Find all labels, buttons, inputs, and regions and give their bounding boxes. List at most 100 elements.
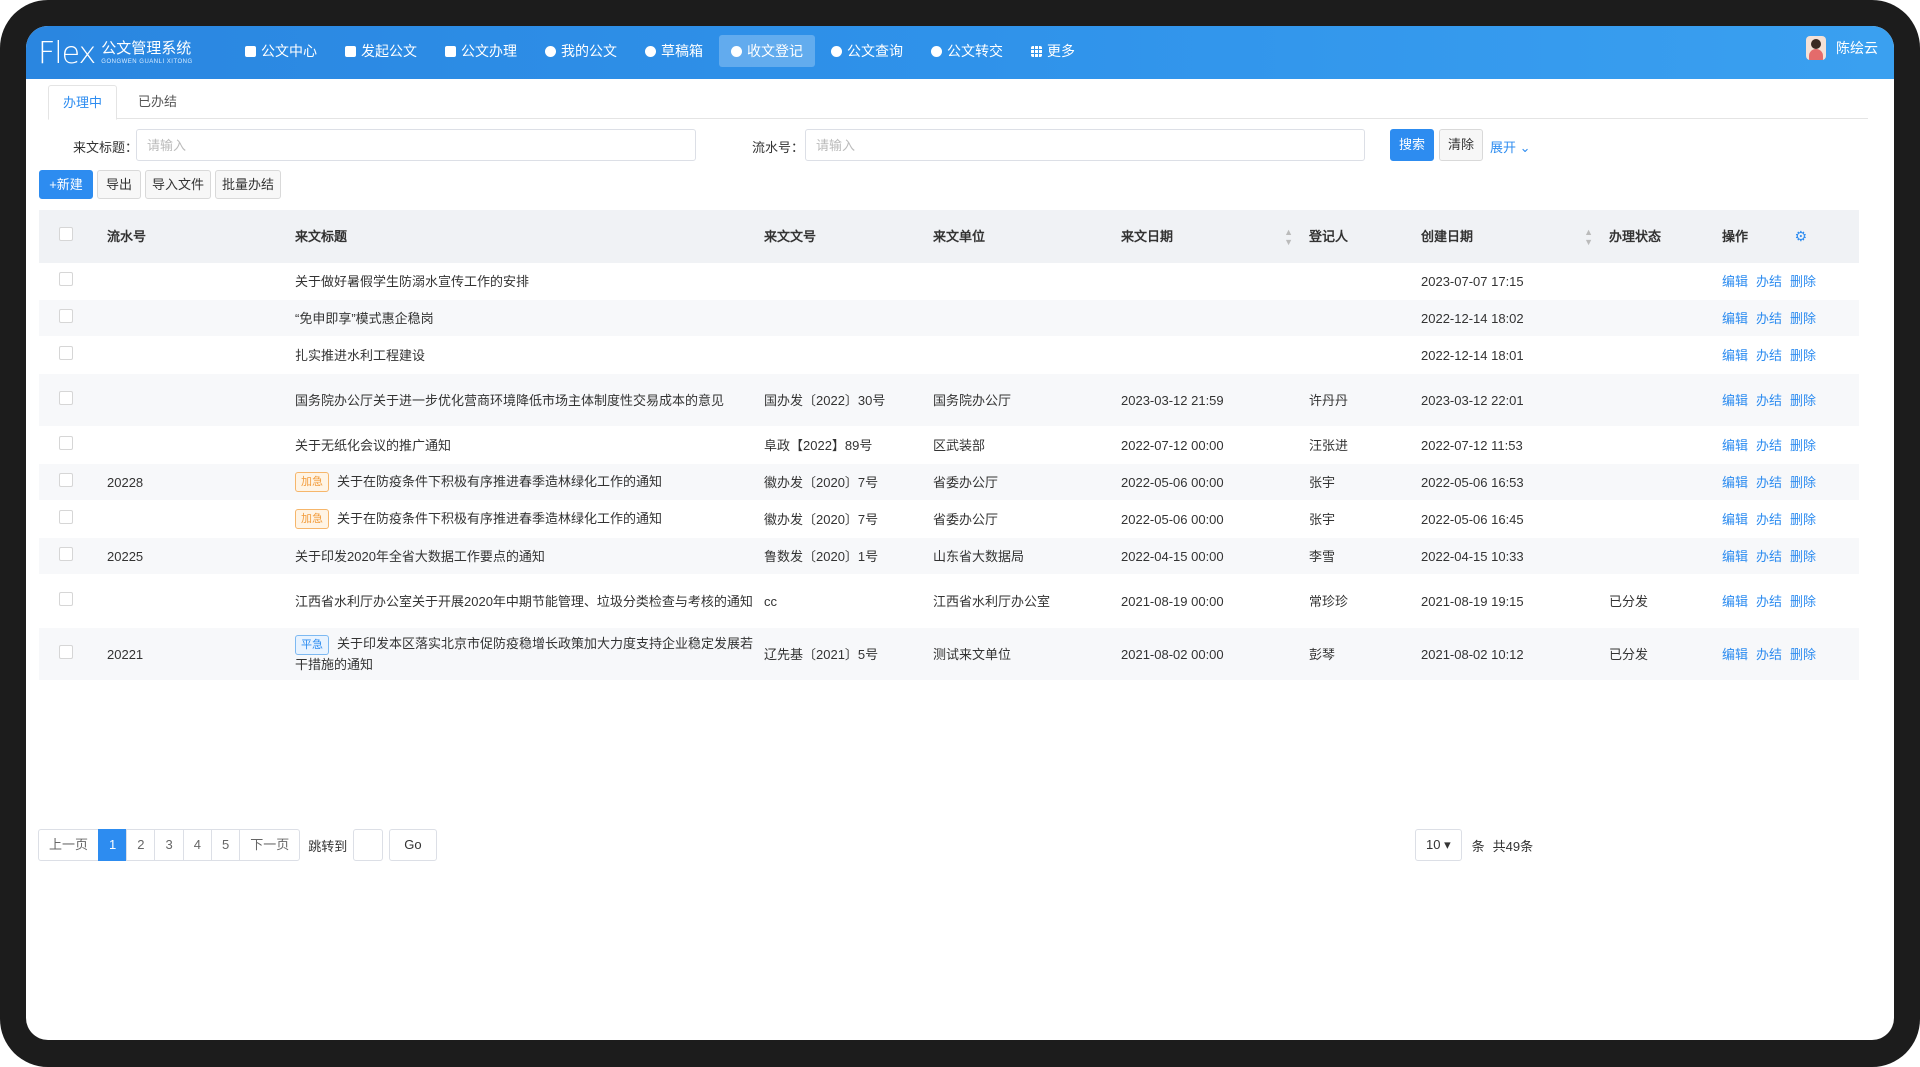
nav-item-register[interactable]: 收文登记 xyxy=(719,35,815,67)
finish-link[interactable]: 办结 xyxy=(1756,510,1782,529)
cell-unit: 江西省水利厅办公室 xyxy=(933,593,1051,609)
clear-button[interactable]: 清除 xyxy=(1439,129,1483,161)
row-checkbox[interactable] xyxy=(59,435,73,450)
delete-link[interactable]: 删除 xyxy=(1790,592,1816,611)
row-checkbox[interactable] xyxy=(59,308,73,323)
row-checkbox[interactable] xyxy=(59,390,73,405)
edit-link[interactable]: 编辑 xyxy=(1722,510,1748,529)
row-checkbox[interactable] xyxy=(59,472,73,487)
page-button[interactable]: 5 xyxy=(210,829,241,861)
nav-item-draft[interactable]: 草稿箱 xyxy=(633,35,715,67)
cell-title[interactable]: 关于印发2020年全省大数据工作要点的通知 xyxy=(295,547,764,566)
finish-link[interactable]: 办结 xyxy=(1756,547,1782,566)
search-button[interactable]: 搜索 xyxy=(1390,129,1434,161)
top-navbar: Flex 公文管理系统 GONGWEN GUANLI XITONG 公文中心 发起… xyxy=(26,26,1894,79)
grid-icon xyxy=(1031,45,1042,57)
finish-link[interactable]: 办结 xyxy=(1756,391,1782,410)
serial-search-input[interactable] xyxy=(805,129,1365,161)
delete-link[interactable]: 删除 xyxy=(1790,645,1816,664)
nav-item-send-doc[interactable]: 发起公文 xyxy=(333,35,429,67)
cell-title[interactable]: 平急 关于印发本区落实北京市促防疫稳增长政策加大力度支持企业稳定发展若干措施的通知 xyxy=(295,634,764,674)
col-date[interactable]: 来文日期 ▲ ▼ xyxy=(1121,227,1309,247)
app-screen: Flex 公文管理系统 GONGWEN GUANLI XITONG 公文中心 发起… xyxy=(26,26,1894,1040)
col-status: 办理状态 xyxy=(1609,229,1662,244)
edit-link[interactable]: 编辑 xyxy=(1722,547,1748,566)
nav-item-query[interactable]: 公文查询 xyxy=(819,35,915,67)
finish-link[interactable]: 办结 xyxy=(1756,645,1782,664)
batch-finish-button[interactable]: 批量办结 xyxy=(215,170,281,199)
nav-label: 更多 xyxy=(1047,43,1075,59)
cell-created: 2022-07-12 11:53 xyxy=(1421,437,1523,453)
edit-link[interactable]: 编辑 xyxy=(1722,645,1748,664)
finish-link[interactable]: 办结 xyxy=(1756,473,1782,492)
delete-link[interactable]: 删除 xyxy=(1790,309,1816,328)
page-button[interactable]: 4 xyxy=(182,829,212,861)
edit-link[interactable]: 编辑 xyxy=(1722,436,1748,455)
edit-link[interactable]: 编辑 xyxy=(1722,473,1748,492)
tab-in-progress[interactable]: 办理中 xyxy=(48,85,118,120)
cell-title[interactable]: 扎实推进水利工程建设 xyxy=(295,346,764,365)
go-button[interactable]: Go xyxy=(389,829,437,861)
cell-title[interactable]: 关于做好暑假学生防溺水宣传工作的安排 xyxy=(295,272,764,291)
cell-ops: 编辑 办结 删除 xyxy=(1722,547,1839,566)
doc-icon xyxy=(245,45,256,57)
prev-page-button[interactable]: 上一页 xyxy=(38,829,100,861)
edit-link[interactable]: 编辑 xyxy=(1722,309,1748,328)
nav-item-grid[interactable]: 更多 xyxy=(1019,35,1087,67)
row-checkbox[interactable] xyxy=(59,591,73,606)
row-checkbox[interactable] xyxy=(59,271,73,286)
tab-finished[interactable]: 已办结 xyxy=(124,85,191,118)
delete-link[interactable]: 删除 xyxy=(1790,473,1816,492)
delete-link[interactable]: 删除 xyxy=(1790,272,1816,291)
export-button[interactable]: 导出 xyxy=(97,170,141,199)
cell-title[interactable]: 关于无纸化会议的推广通知 xyxy=(295,436,764,455)
cell-title[interactable]: 加急 关于在防疫条件下积极有序推进春季造林绿化工作的通知 xyxy=(295,509,764,530)
cell-title[interactable]: 江西省水利厅办公室关于开展2020年中期节能管理、垃圾分类检查与考核的通知 xyxy=(295,592,764,611)
main-nav: 公文中心 发起公文 公文办理 我的公文 草稿箱 收文登记 公文查询 公文转交 更多 xyxy=(233,35,1091,67)
delete-link[interactable]: 删除 xyxy=(1790,391,1816,410)
page-button[interactable]: 3 xyxy=(154,829,184,861)
edit-link[interactable]: 编辑 xyxy=(1722,592,1748,611)
delete-link[interactable]: 删除 xyxy=(1790,547,1816,566)
finish-link[interactable]: 办结 xyxy=(1756,592,1782,611)
nav-item-transfer[interactable]: 公文转交 xyxy=(919,35,1015,67)
gear-icon[interactable]: ⚙ xyxy=(1794,227,1807,246)
select-all-checkbox[interactable] xyxy=(59,227,73,241)
sort-icon[interactable]: ▲ ▼ xyxy=(1284,227,1293,247)
finish-link[interactable]: 办结 xyxy=(1756,272,1782,291)
new-button[interactable]: +新建 xyxy=(39,170,93,199)
nav-item-doc[interactable]: 公文中心 xyxy=(233,35,329,67)
cell-title[interactable]: 国务院办公厅关于进一步优化营商环境降低市场主体制度性交易成本的意见 xyxy=(295,391,764,410)
page-button[interactable]: 1 xyxy=(98,829,128,861)
row-checkbox[interactable] xyxy=(59,345,73,360)
row-checkbox[interactable] xyxy=(59,509,73,524)
cell-title[interactable]: “免申即享”模式惠企稳岗 xyxy=(295,309,764,328)
col-created[interactable]: 创建日期 ▲ ▼ xyxy=(1421,227,1609,247)
delete-link[interactable]: 删除 xyxy=(1790,346,1816,365)
edit-link[interactable]: 编辑 xyxy=(1722,391,1748,410)
title-search-input[interactable] xyxy=(136,129,696,161)
import-button[interactable]: 导入文件 xyxy=(145,170,211,199)
sort-icon[interactable]: ▲ ▼ xyxy=(1584,227,1593,247)
row-checkbox[interactable] xyxy=(59,546,73,561)
edit-link[interactable]: 编辑 xyxy=(1722,272,1748,291)
delete-link[interactable]: 删除 xyxy=(1790,510,1816,529)
next-page-button[interactable]: 下一页 xyxy=(239,829,301,861)
delete-link[interactable]: 删除 xyxy=(1790,436,1816,455)
nav-item-process[interactable]: 公文办理 xyxy=(433,35,529,67)
user-menu[interactable]: 陈绘云 xyxy=(1806,36,1878,60)
cell-title[interactable]: 加急 关于在防疫条件下积极有序推进春季造林绿化工作的通知 xyxy=(295,472,764,493)
cell-unit: 省委办公厅 xyxy=(933,511,999,527)
finish-link[interactable]: 办结 xyxy=(1756,346,1782,365)
edit-link[interactable]: 编辑 xyxy=(1722,346,1748,365)
expand-filters-link[interactable]: 展开 ⌄ xyxy=(1490,137,1531,156)
caret-down-icon: ▾ xyxy=(1444,837,1451,852)
page-button[interactable]: 2 xyxy=(126,829,156,861)
row-checkbox[interactable] xyxy=(59,644,73,659)
finish-link[interactable]: 办结 xyxy=(1756,436,1782,455)
title-filter-label: 来文标题： xyxy=(73,140,139,155)
page-size-select[interactable]: 10 ▾ xyxy=(1415,829,1462,861)
nav-item-my-doc[interactable]: 我的公文 xyxy=(533,35,629,67)
jump-page-input[interactable] xyxy=(353,829,384,861)
finish-link[interactable]: 办结 xyxy=(1756,309,1782,328)
